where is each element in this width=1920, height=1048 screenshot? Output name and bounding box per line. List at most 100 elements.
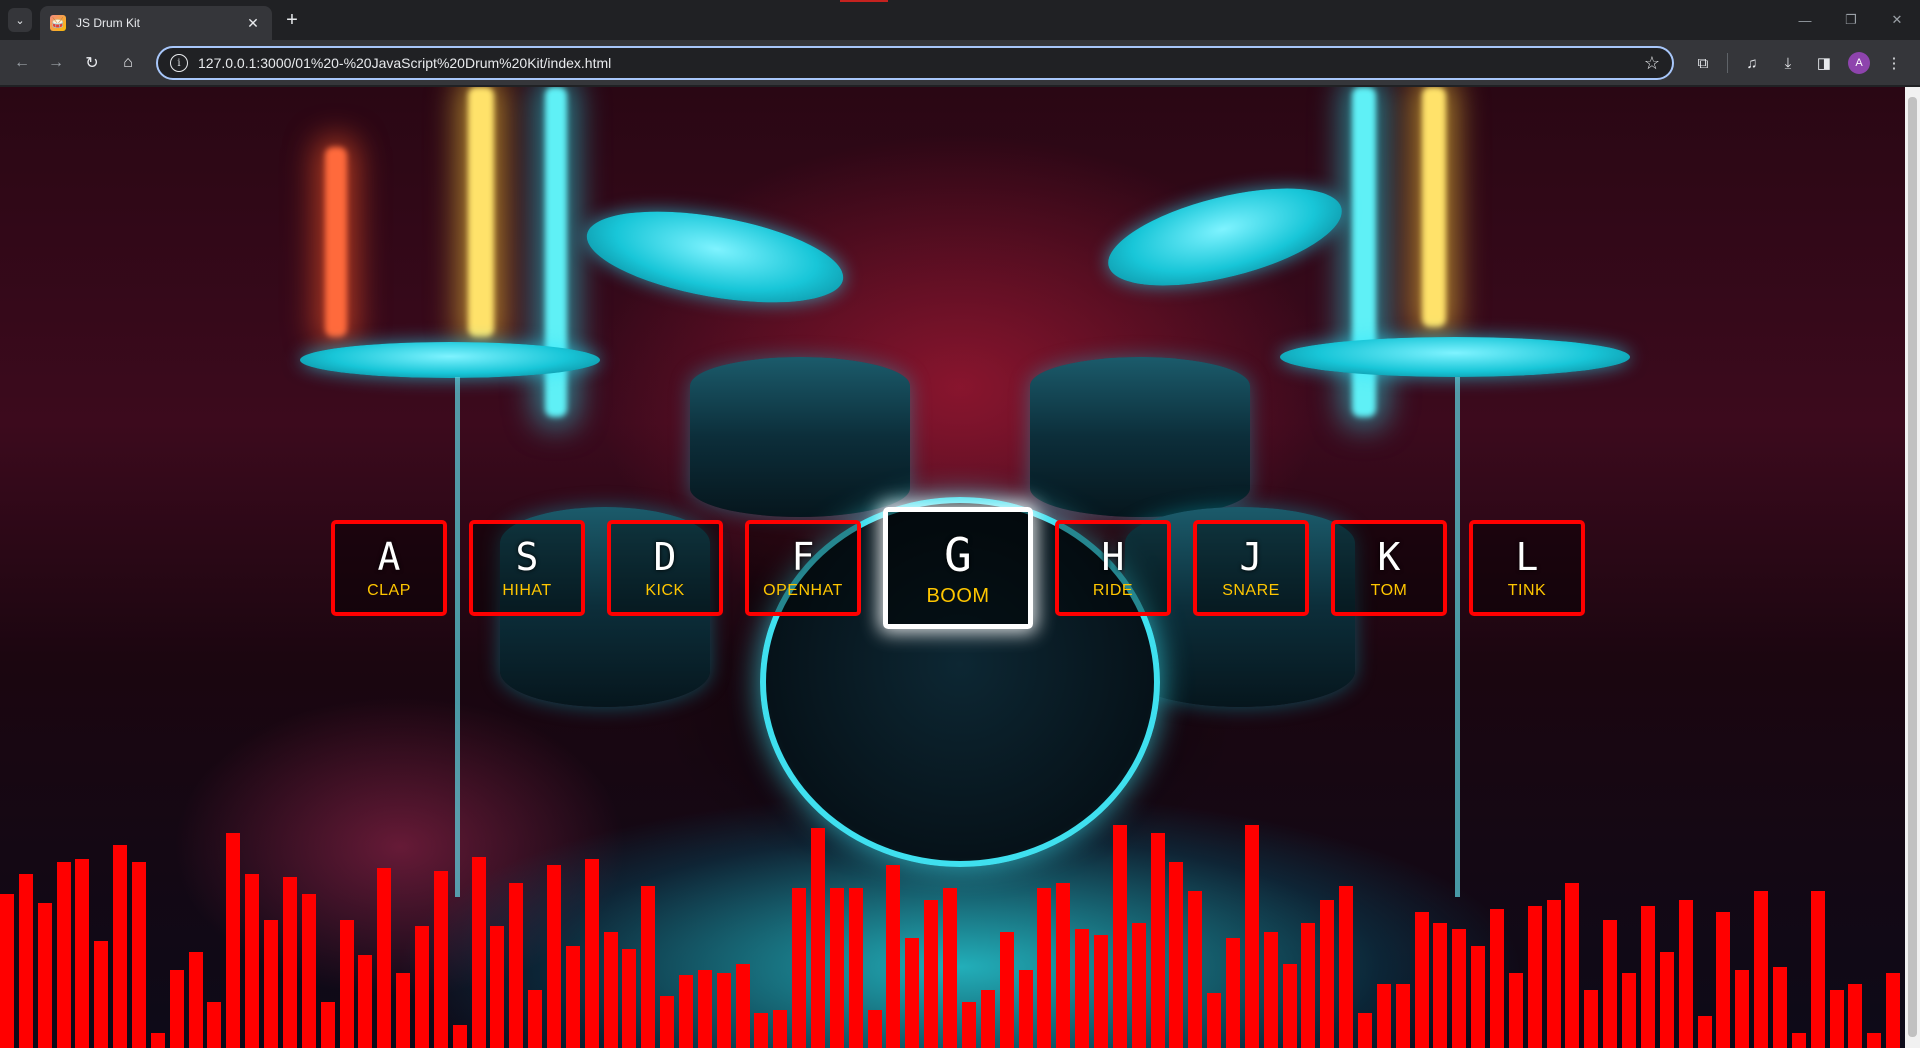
close-window-icon[interactable]: ✕ <box>1874 0 1920 40</box>
visualizer-bar <box>717 973 731 1048</box>
visualizer-bar <box>1094 935 1108 1048</box>
visualizer-bar <box>75 859 89 1048</box>
drum-key-boom[interactable]: Gboom <box>883 507 1033 629</box>
visualizer-bar <box>38 903 52 1048</box>
visualizer-bar <box>1452 929 1466 1048</box>
visualizer-bar <box>1603 920 1617 1048</box>
visualizer-bar <box>1509 973 1523 1048</box>
visualizer-bar <box>1811 891 1825 1048</box>
visualizer-bar <box>1679 900 1693 1048</box>
page-scrollbar[interactable] <box>1905 87 1920 1048</box>
drum-kit-page: Aclap Shihat Dkick Fopenhat Gboom Hride Jsnare… <box>0 87 1920 1048</box>
visualizer-bar <box>207 1002 221 1048</box>
visualizer-bar <box>528 990 542 1048</box>
menu-icon[interactable]: ⋮ <box>1882 51 1906 75</box>
visualizer-bar <box>1301 923 1315 1048</box>
visualizer-bar <box>773 1010 787 1048</box>
visualizer-bar <box>1283 964 1297 1048</box>
drum-key-kick[interactable]: Dkick <box>607 520 723 616</box>
visualizer-bar <box>1471 946 1485 1048</box>
tab-close-icon[interactable]: ✕ <box>244 14 262 32</box>
tab-search-chevron-icon[interactable]: ⌄ <box>8 8 32 32</box>
sound-label: snare <box>1222 582 1280 599</box>
scrollbar-thumb[interactable] <box>1908 97 1917 1037</box>
browser-tab[interactable]: 🥁 JS Drum Kit ✕ <box>40 6 272 40</box>
visualizer-bar <box>1415 912 1429 1048</box>
visualizer-bar <box>1075 929 1089 1048</box>
key-letter: A <box>377 535 401 579</box>
toolbar-divider <box>1727 53 1728 73</box>
drum-key-hihat[interactable]: Shihat <box>469 520 585 616</box>
visualizer-bar <box>1396 984 1410 1048</box>
visualizer-bar <box>340 920 354 1048</box>
drum-favicon-icon: 🥁 <box>50 15 66 31</box>
visualizer-bar <box>830 888 844 1048</box>
visualizer-bar <box>358 955 372 1048</box>
sound-label: tink <box>1507 582 1547 599</box>
visualizer-bar <box>641 886 655 1048</box>
visualizer-bar <box>1773 967 1787 1048</box>
visualizer-bar <box>754 1013 768 1048</box>
url-text[interactable]: 127.0.0.1:3000/01%20-%20JavaScript%20Dru… <box>198 55 1644 71</box>
visualizer-bar <box>1735 970 1749 1048</box>
visualizer-bar <box>585 859 599 1048</box>
visualizer-bar <box>1264 932 1278 1048</box>
reload-icon[interactable]: ↻ <box>80 51 104 75</box>
back-icon[interactable]: ← <box>10 51 34 75</box>
visualizer-bar <box>1226 938 1240 1048</box>
new-tab-button[interactable]: + <box>280 8 304 32</box>
visualizer-bar <box>1377 984 1391 1048</box>
visualizer-bar <box>1339 886 1353 1048</box>
drum-key-snare[interactable]: Jsnare <box>1193 520 1309 616</box>
drum-key-tom[interactable]: Ktom <box>1331 520 1447 616</box>
drum-key-clap[interactable]: Aclap <box>331 520 447 616</box>
extensions-icon[interactable]: ⧉ <box>1691 51 1715 75</box>
restore-icon[interactable]: ❐ <box>1828 0 1874 40</box>
home-icon[interactable]: ⌂ <box>116 51 140 75</box>
visualizer-bar <box>1547 900 1561 1048</box>
visualizer-bar <box>132 862 146 1048</box>
visualizer-bar <box>1358 1013 1372 1048</box>
sound-label: clap <box>367 582 411 599</box>
visualizer-bar <box>396 973 410 1048</box>
visualizer-bar <box>868 1010 882 1048</box>
sound-label: ride <box>1092 582 1134 599</box>
site-info-icon[interactable]: i <box>170 54 188 72</box>
browser-tab-bar: ⌄ 🥁 JS Drum Kit ✕ + — ❐ ✕ <box>0 0 1920 40</box>
minimize-icon[interactable]: — <box>1782 0 1828 40</box>
visualizer-bar <box>1698 1016 1712 1048</box>
visualizer-bar <box>321 1002 335 1048</box>
visualizer-bar <box>490 926 504 1048</box>
visualizer-bar <box>943 888 957 1048</box>
audio-visualizer <box>0 748 1920 1048</box>
key-letter: D <box>653 535 677 579</box>
visualizer-bar <box>170 970 184 1048</box>
downloads-icon[interactable]: ⤓ <box>1776 51 1800 75</box>
key-letter: K <box>1377 535 1401 579</box>
side-panel-icon[interactable]: ◨ <box>1812 51 1836 75</box>
key-letter: L <box>1515 535 1539 579</box>
address-bar[interactable]: i 127.0.0.1:3000/01%20-%20JavaScript%20D… <box>156 46 1674 80</box>
forward-icon[interactable]: → <box>44 51 68 75</box>
drum-key-tink[interactable]: Ltink <box>1469 520 1585 616</box>
avatar[interactable]: A <box>1848 52 1870 74</box>
visualizer-bar <box>509 883 523 1048</box>
visualizer-bar <box>1132 923 1146 1048</box>
visualizer-bar <box>1641 906 1655 1048</box>
bookmark-star-icon[interactable]: ☆ <box>1644 53 1660 74</box>
visualizer-bar <box>377 868 391 1048</box>
visualizer-bar <box>1000 932 1014 1048</box>
key-letter: F <box>791 535 815 579</box>
sound-label: boom <box>926 584 990 607</box>
visualizer-bar <box>1660 952 1674 1048</box>
sound-label: hihat <box>502 582 552 599</box>
visualizer-bar <box>604 932 618 1048</box>
visualizer-bar <box>1754 891 1768 1048</box>
key-letter: S <box>515 535 539 579</box>
drum-key-ride[interactable]: Hride <box>1055 520 1171 616</box>
drum-key-openhat[interactable]: Fopenhat <box>745 520 861 616</box>
media-controls-icon[interactable]: ♫ <box>1740 51 1764 75</box>
visualizer-bar <box>924 900 938 1048</box>
key-letter: J <box>1239 535 1263 579</box>
visualizer-bar <box>1207 993 1221 1048</box>
